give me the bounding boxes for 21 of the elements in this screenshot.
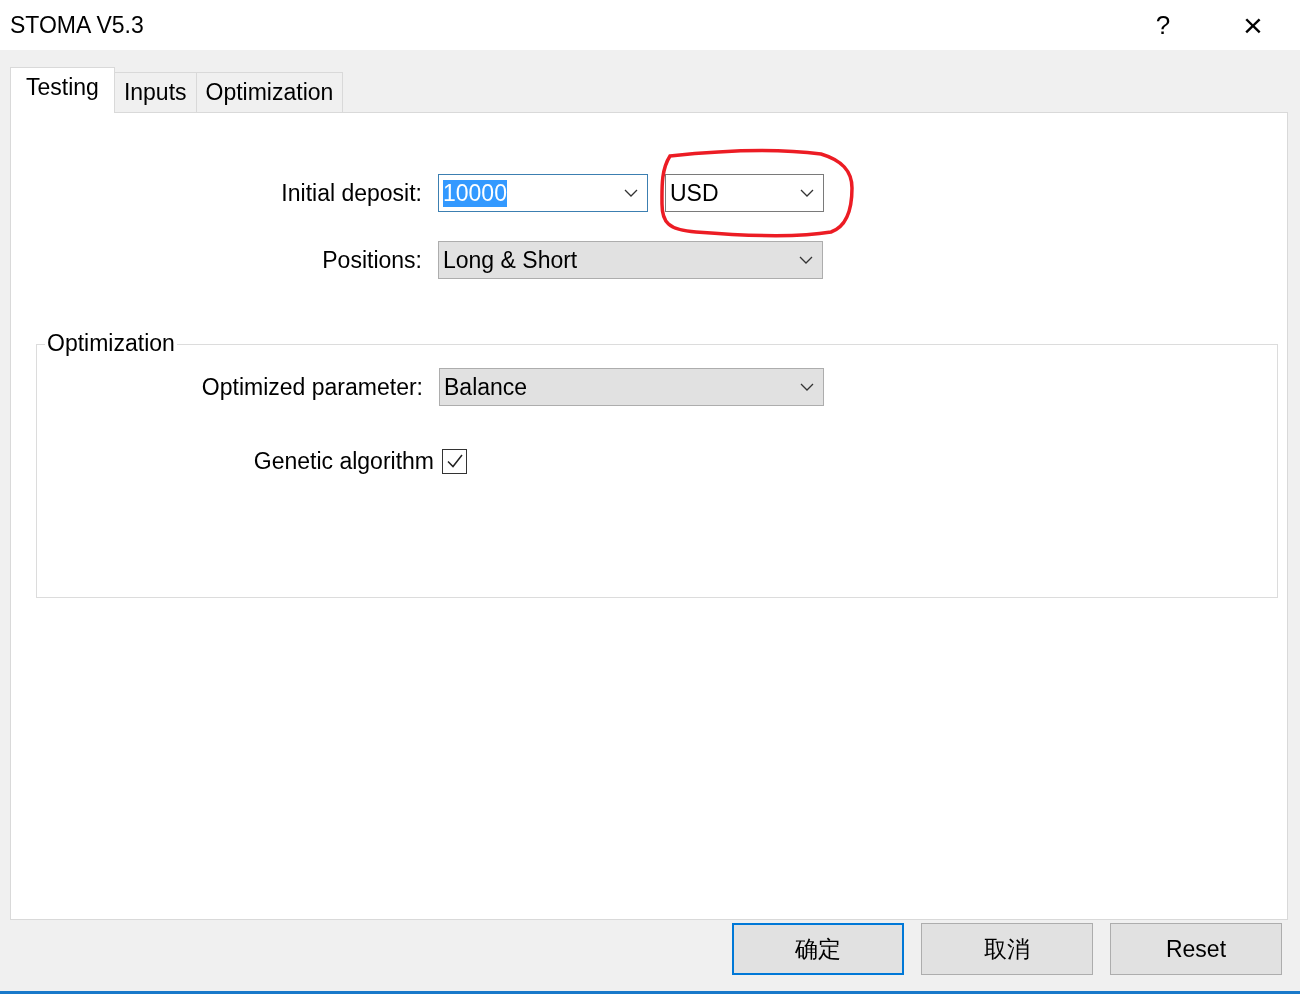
dialog-button[interactable]: 取消 [921,923,1093,975]
field-label: Positions: [321,246,423,274]
dialog-button[interactable]: 确定 [732,923,904,975]
help-button[interactable]: ? [1138,5,1188,45]
chevron-down-icon [799,256,813,264]
positions-dropdown[interactable]: Long & Short [438,241,823,279]
chevron-down-icon [800,189,814,197]
checkbox-label: Genetic algorithm [252,448,435,475]
parameter-dropdown[interactable]: Balance [439,368,824,406]
window-title: STOMA V5.3 [10,11,145,39]
dialog-button[interactable]: Reset [1110,923,1282,975]
field-label: Optimized parameter: [200,373,424,401]
tab[interactable]: Optimization [195,72,344,112]
field-label: Initial deposit: [280,179,423,207]
close-button[interactable]: × [1228,5,1278,45]
group-title: Optimization [45,330,177,357]
checkbox[interactable] [442,449,467,474]
chevron-down-icon [800,383,814,391]
chevron-down-icon [624,189,638,197]
currency-combobox[interactable]: USD [665,174,824,212]
tab[interactable]: Testing [10,67,115,113]
